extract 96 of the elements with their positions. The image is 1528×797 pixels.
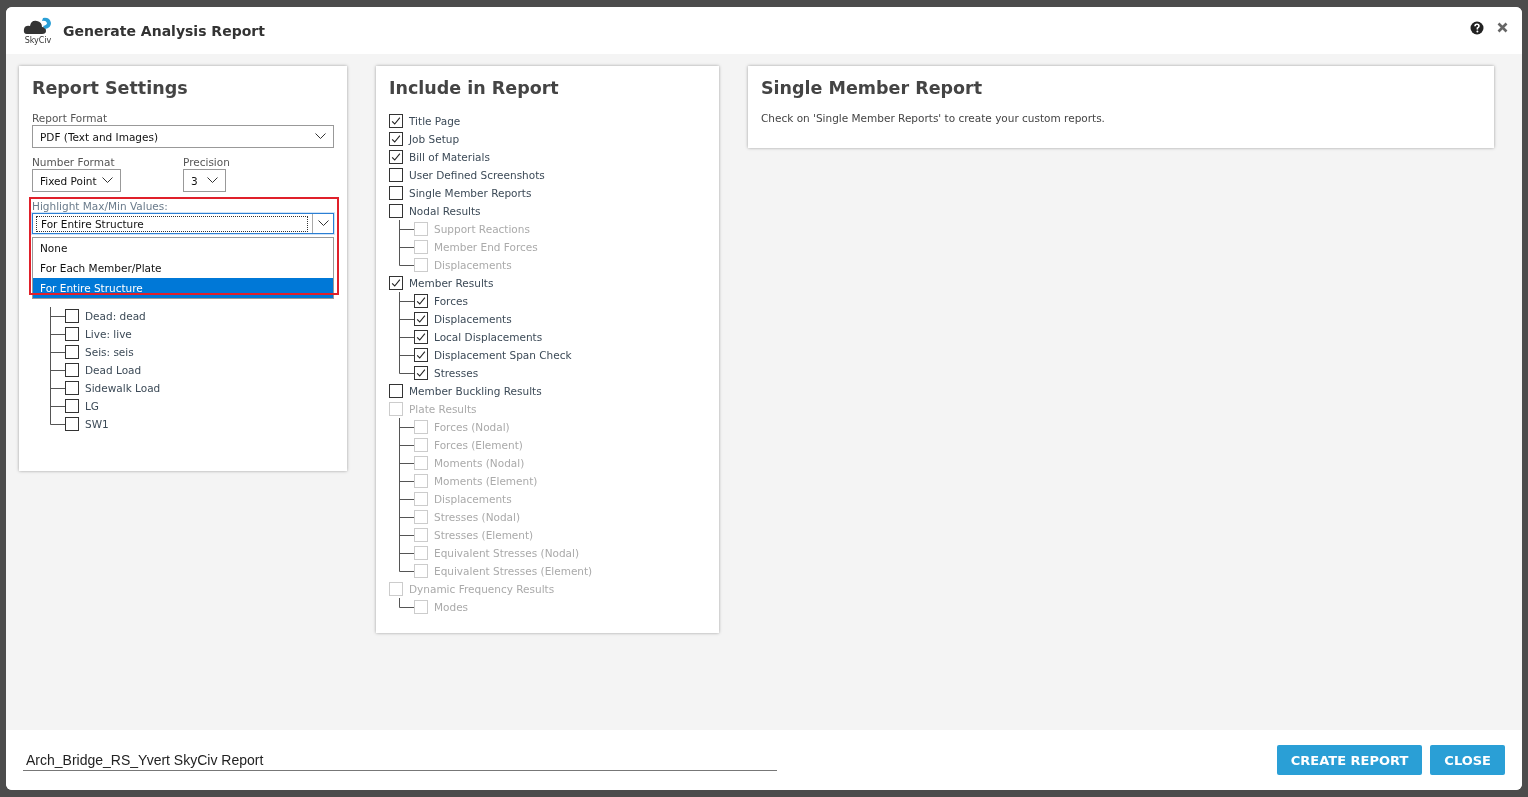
panel-title: Report Settings xyxy=(32,78,189,98)
option-label: Plate Results xyxy=(409,403,477,415)
field-label: Precision xyxy=(183,156,230,168)
checkbox[interactable] xyxy=(389,204,403,218)
option-label: Single Member Reports xyxy=(409,187,532,199)
field-label: Highlight Max/Min Values: xyxy=(32,200,169,212)
load-case-label: SW1 xyxy=(85,418,109,430)
option-label: Displacements xyxy=(434,259,512,271)
tree-connector-icon xyxy=(398,526,414,544)
checkbox[interactable] xyxy=(389,114,403,128)
tree-connector-icon xyxy=(398,472,414,490)
highlight-select[interactable]: For Entire Structure xyxy=(32,213,334,234)
option-label: Title Page xyxy=(409,115,461,127)
checkbox[interactable] xyxy=(65,363,79,377)
load-case-label: Dead Load xyxy=(85,364,142,376)
checkbox[interactable] xyxy=(414,330,428,344)
checkbox[interactable] xyxy=(389,168,403,182)
tree-connector-icon xyxy=(49,361,65,379)
checkbox[interactable] xyxy=(414,348,428,362)
option-label: User Defined Screenshots xyxy=(409,169,545,181)
dropdown-option[interactable]: None xyxy=(33,238,333,258)
option-label: Moments (Element) xyxy=(434,475,538,487)
checkbox[interactable] xyxy=(389,384,403,398)
option-label: Job Setup xyxy=(409,133,460,145)
option-label: Dynamic Frequency Results xyxy=(409,583,555,595)
tree-connector-icon xyxy=(398,292,414,310)
tree-connector-icon xyxy=(398,598,414,608)
tree-connector-icon xyxy=(49,343,65,361)
option-label: Bill of Materials xyxy=(409,151,490,163)
load-case-label: Live: live xyxy=(85,328,132,340)
checkbox[interactable] xyxy=(65,399,79,413)
option-label: Nodal Results xyxy=(409,205,481,217)
checkbox[interactable] xyxy=(389,186,403,200)
checkbox[interactable] xyxy=(65,327,79,341)
option-label: Stresses (Element) xyxy=(434,529,534,541)
number-format-select[interactable]: Fixed Point xyxy=(32,169,121,192)
panel-title: Include in Report xyxy=(389,78,560,98)
option-label: Displacements xyxy=(434,493,512,505)
checkbox[interactable] xyxy=(414,294,428,308)
checkbox[interactable] xyxy=(65,417,79,431)
checkbox[interactable] xyxy=(389,150,403,164)
report-format-select[interactable]: PDF (Text and Images) xyxy=(32,125,334,148)
option-label: Forces xyxy=(434,295,468,307)
field-label: Report Format xyxy=(32,112,109,124)
tree-connector-icon xyxy=(398,454,414,472)
option-label: Equivalent Stresses (Nodal) xyxy=(434,547,580,559)
checkbox[interactable] xyxy=(65,345,79,359)
tree-connector-icon xyxy=(398,508,414,526)
tree-connector-icon xyxy=(49,325,65,343)
tree-connector-icon xyxy=(398,328,414,346)
cloud-logo-icon xyxy=(23,16,53,36)
chevron-down-icon xyxy=(317,220,329,227)
option-label: Stresses (Nodal) xyxy=(434,511,521,523)
option-label: Forces (Nodal) xyxy=(434,421,510,433)
checkbox[interactable] xyxy=(65,309,79,323)
dropdown-option[interactable]: For Entire Structure xyxy=(33,278,333,298)
tree-connector-icon xyxy=(398,490,414,508)
tree-connector-icon xyxy=(49,379,65,397)
checkbox[interactable] xyxy=(65,381,79,395)
option-label: Forces (Element) xyxy=(434,439,523,451)
checkbox[interactable] xyxy=(389,132,403,146)
tree-connector-icon xyxy=(398,220,414,238)
logo-text: SkyCiv xyxy=(24,36,52,45)
panel-title: Single Member Report xyxy=(761,78,984,98)
option-label: Stresses xyxy=(434,367,479,379)
checkbox[interactable] xyxy=(414,366,428,380)
field-label: Number Format xyxy=(32,156,116,168)
chevron-down-icon xyxy=(315,133,326,140)
option-label: Member End Forces xyxy=(434,241,538,253)
checkbox[interactable] xyxy=(414,312,428,326)
window-title: Generate Analysis Report xyxy=(63,22,266,39)
tree-connector-icon xyxy=(398,436,414,454)
option-label: Support Reactions xyxy=(434,223,530,235)
chevron-down-icon xyxy=(102,177,113,184)
option-label: Modes xyxy=(434,601,469,613)
dropdown-option[interactable]: For Each Member/Plate xyxy=(33,258,333,278)
help-icon[interactable] xyxy=(1470,20,1484,35)
option-label: Member Buckling Results xyxy=(409,385,542,397)
close-icon[interactable] xyxy=(1497,22,1508,33)
chevron-down-icon xyxy=(207,177,218,184)
load-case-label: Sidewalk Load xyxy=(85,382,161,394)
option-label: Equivalent Stresses (Element) xyxy=(434,565,593,577)
tree-connector-icon xyxy=(398,310,414,328)
load-case-label: Dead: dead xyxy=(85,310,146,322)
option-label: Member Results xyxy=(409,277,494,289)
option-label: Displacement Span Check xyxy=(434,349,572,361)
precision-select[interactable]: 3 xyxy=(183,169,226,192)
load-case-label: LG xyxy=(85,400,99,412)
tree-connector-icon xyxy=(49,307,65,325)
checkbox[interactable] xyxy=(389,276,403,290)
hint-text: Check on 'Single Member Reports' to create your custom reports. xyxy=(761,112,1106,124)
option-label: Displacements xyxy=(434,313,512,325)
option-label: Moments (Nodal) xyxy=(434,457,525,469)
option-label: Local Displacements xyxy=(434,331,543,343)
tree-connector-icon xyxy=(398,418,414,436)
load-case-label: Seis: seis xyxy=(85,346,134,358)
